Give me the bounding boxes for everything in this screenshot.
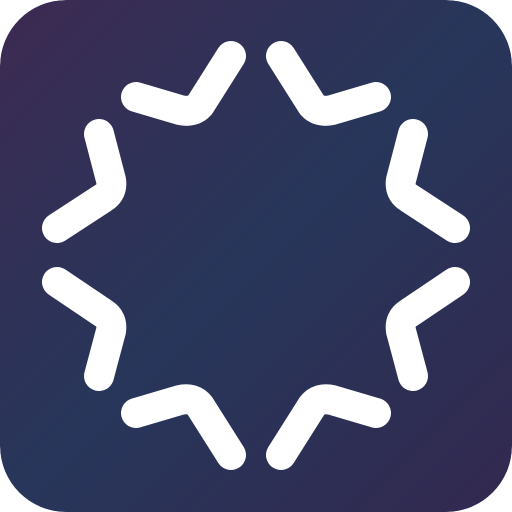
app-icon-graphic xyxy=(0,0,512,512)
app-icon xyxy=(0,0,512,512)
icon-background xyxy=(0,0,512,512)
